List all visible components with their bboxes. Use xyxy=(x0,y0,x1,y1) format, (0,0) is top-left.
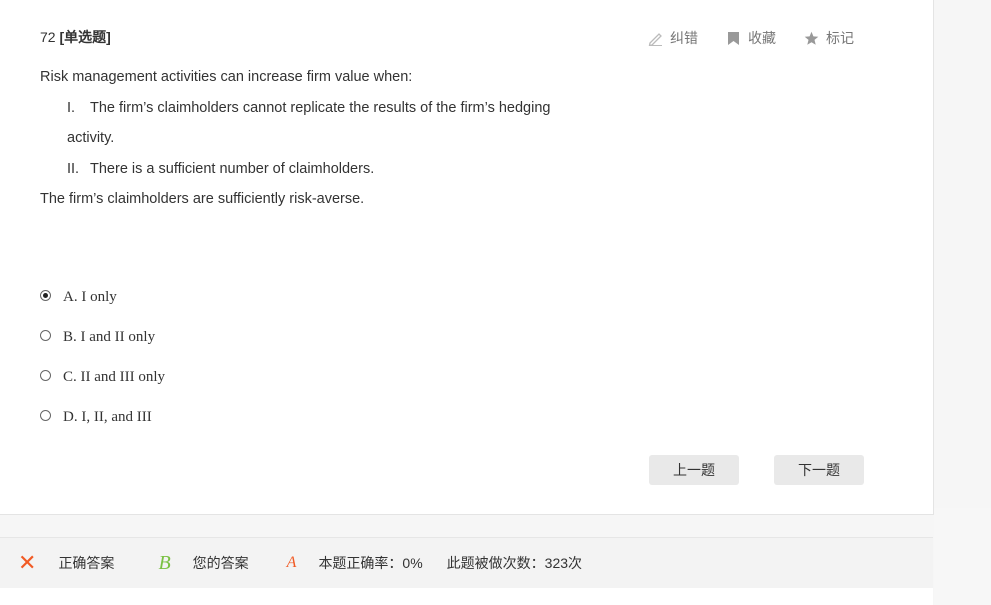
mark-label: 标记 xyxy=(826,30,854,46)
option-d[interactable]: D. I, II, and III xyxy=(40,398,165,438)
option-a-label: A. I only xyxy=(63,288,117,305)
option-b-label: B. I and II only xyxy=(63,328,156,345)
favorite-label: 收藏 xyxy=(748,30,776,46)
stem-item-2: II. There is a sufficient number of claim… xyxy=(40,158,600,189)
option-a[interactable]: A. I only xyxy=(40,278,165,318)
stem-tail: The firm’s claimholders are sufficiently… xyxy=(40,191,365,207)
pencil-icon xyxy=(648,32,662,46)
wrong-icon: ✕ xyxy=(18,550,37,575)
right-side-panel xyxy=(934,508,991,605)
correct-answer-value: B xyxy=(158,551,171,574)
option-a-radio[interactable] xyxy=(40,289,51,301)
question-toolbar: 纠错 收藏 标记 xyxy=(648,28,882,48)
option-c-radio[interactable] xyxy=(40,369,51,381)
next-question-button[interactable]: 下一题 xyxy=(774,455,864,485)
option-b[interactable]: B. I and II only xyxy=(40,318,165,358)
answer-result-bar: ✕ 正确答案 B 您的答案 A 本题正确率：0% 此题被做次数：323次 xyxy=(0,537,933,588)
star-icon xyxy=(804,31,819,45)
stem-item-1-roman: I. xyxy=(67,99,76,116)
analysis-section xyxy=(0,588,933,605)
stem-item-1-text: The firm’s claimholders cannot replicate… xyxy=(90,99,551,116)
stem-item-1-continued: activity. xyxy=(67,130,115,146)
stem-item-1: I. The firm’s claimholders cannot replica… xyxy=(40,97,600,128)
answer-options: A. I only B. I and II only C. II and III… xyxy=(40,278,165,438)
mark-button[interactable]: 标记 xyxy=(804,28,854,48)
correct-answer-label: 正确答案 xyxy=(58,555,115,571)
bookmark-icon xyxy=(728,31,739,45)
stem-item-2-roman: II. xyxy=(67,160,80,177)
option-c-label: C. II and III only xyxy=(63,368,166,385)
accuracy-rate: 本题正确率：0% xyxy=(318,555,423,571)
prev-question-button[interactable]: 上一题 xyxy=(649,455,739,485)
correct-error-button[interactable]: 纠错 xyxy=(648,28,698,48)
stem-item-2-text: There is a sufficient number of claimhol… xyxy=(90,160,375,177)
your-answer-label: 您的答案 xyxy=(192,555,249,571)
option-c[interactable]: C. II and III only xyxy=(40,358,165,398)
attempt-count: 此题被做次数：323次 xyxy=(446,555,583,571)
stem-intro: Risk management activities can increase … xyxy=(40,69,413,85)
option-d-radio[interactable] xyxy=(40,409,51,421)
your-answer-value: A xyxy=(286,554,297,571)
favorite-button[interactable]: 收藏 xyxy=(726,28,776,48)
question-stem: Risk management activities can increase … xyxy=(40,66,600,219)
option-d-label: D. I, II, and III xyxy=(63,408,152,425)
question-card: 72 [单选题] 纠错 收藏 标记 Risk management activi… xyxy=(0,0,934,515)
option-b-radio[interactable] xyxy=(40,329,51,341)
correct-error-label: 纠错 xyxy=(670,30,698,46)
question-number: 72 xyxy=(40,29,56,45)
question-type: [单选题] xyxy=(59,29,111,45)
question-header: 72 [单选题] xyxy=(40,27,111,47)
